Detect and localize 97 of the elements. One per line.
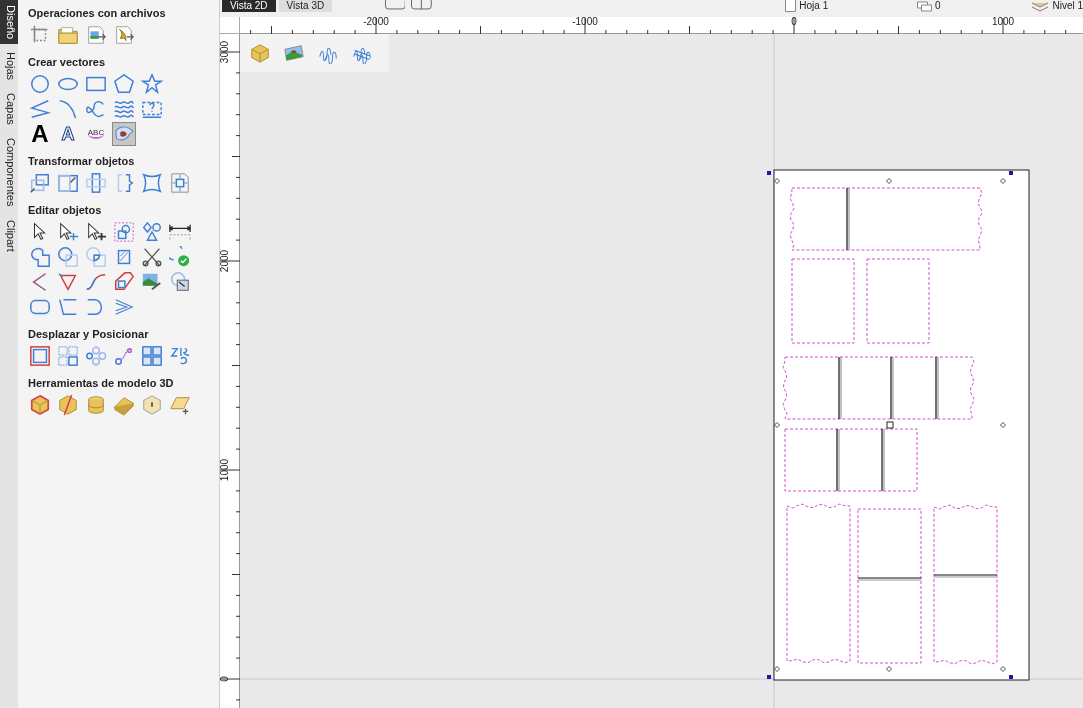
section-title: Transformar objetos — [28, 155, 136, 167]
ruler-label: -2000 — [363, 17, 389, 27]
pentagon-icon — [113, 73, 135, 95]
section-title: Crear vectores — [28, 56, 107, 68]
ruler-label: 0 — [791, 17, 797, 27]
arc-icon — [57, 98, 79, 120]
sheet-selector[interactable]: Hoja 1 — [799, 0, 829, 12]
weld-shapes-icon — [29, 246, 51, 268]
node-pointer-icon — [57, 221, 79, 243]
wave-pattern-icon — [113, 98, 135, 120]
folder-icon — [57, 24, 79, 46]
selection-handle[interactable] — [886, 178, 892, 184]
panel-divider — [857, 577, 922, 581]
ruler-corner[interactable] — [220, 17, 240, 34]
cube-icon[interactable] — [249, 42, 271, 64]
cube-outline-icon — [29, 394, 51, 416]
picture-icon[interactable] — [283, 42, 305, 64]
section-title: Operaciones con archivos — [28, 7, 167, 19]
corner-marker — [767, 171, 771, 175]
circle-cluster-icon — [85, 345, 107, 367]
path-nodes-icon — [113, 345, 135, 367]
corner-marker — [767, 675, 771, 679]
section-title: Herramientas de modelo 3D — [28, 377, 175, 389]
cylinder-stack-icon — [85, 394, 107, 416]
triangle-icon — [57, 271, 79, 293]
selection-handle[interactable] — [774, 422, 780, 428]
panel-divider — [933, 574, 998, 578]
layer-selector[interactable]: Nivel 1 — [1052, 0, 1083, 12]
selection-handle[interactable] — [886, 666, 892, 672]
corner-marker — [1009, 675, 1013, 679]
circle-icon — [29, 73, 51, 95]
bracket-shape-icon — [57, 296, 79, 318]
panel-tab[interactable]: Clipart — [0, 214, 18, 257]
align-icon — [85, 172, 107, 194]
move-pointer-icon — [85, 221, 107, 243]
page-arrow-icon — [113, 24, 135, 46]
panel-tab[interactable]: Diseño — [0, 0, 18, 45]
square-grid-icon — [57, 345, 79, 367]
zigzag-line-icon — [29, 98, 51, 120]
scale-icon — [57, 172, 79, 194]
distort-icon — [141, 172, 163, 194]
outlined-text-icon: A — [61, 125, 75, 143]
nested-squares-icon — [29, 345, 51, 367]
center-handle[interactable] — [886, 421, 894, 429]
corner-marker — [1009, 171, 1013, 175]
panel-divider — [836, 428, 840, 492]
view-tab[interactable]: Vista 2D — [221, 0, 276, 12]
four-squares-icon — [141, 345, 163, 367]
section-title: Editar objetos — [28, 204, 103, 216]
cube-icon — [141, 394, 163, 416]
layer-icon — [1031, 0, 1050, 12]
selection-handle[interactable] — [774, 178, 780, 184]
tool-button[interactable]: ABC — [84, 122, 108, 146]
chevron-icon — [113, 296, 135, 318]
move-icon — [29, 172, 51, 194]
panel-divider — [881, 428, 885, 492]
copies-counter[interactable]: 0 — [935, 0, 941, 12]
ruler-label: 3000 — [220, 40, 230, 64]
layout-icon[interactable] — [384, 0, 406, 10]
s-curve-icon — [85, 271, 107, 293]
panel-divider — [935, 356, 939, 420]
image-frame-icon — [169, 271, 191, 293]
image-edit-icon — [141, 271, 163, 293]
view-tab[interactable]: Vista 3D — [278, 0, 333, 12]
section-title: Desplazar y Posicionar — [28, 328, 150, 340]
selection-handle[interactable] — [1000, 178, 1006, 184]
split-cube-icon — [57, 394, 79, 416]
ruler-label: 0 — [220, 676, 230, 682]
image-import-icon — [85, 24, 107, 46]
panel-divider — [846, 187, 850, 251]
ruler-label: 1000 — [220, 458, 230, 482]
intersect-shapes-icon — [85, 246, 107, 268]
panel-tab[interactable]: Hojas — [0, 47, 18, 86]
ruler-label: 1000 — [991, 17, 1015, 27]
fit-page-icon — [169, 172, 191, 194]
squiggle-icon — [169, 345, 191, 367]
tile-plus-icon — [169, 394, 191, 416]
stack-icon — [917, 0, 933, 12]
star-icon — [141, 73, 163, 95]
ruler-label: 2000 — [220, 249, 230, 273]
dashed-selection-icon — [113, 221, 135, 243]
subtract-shapes-icon — [57, 246, 79, 268]
rounded-corner-icon — [113, 271, 135, 293]
selection-handle[interactable] — [1000, 422, 1006, 428]
circle-check-icon — [169, 246, 191, 268]
panel-tab[interactable]: Componentes — [0, 133, 18, 212]
shape-group-icon — [141, 221, 163, 243]
ruler-label: -1000 — [572, 17, 598, 27]
scissors-icon — [141, 246, 163, 268]
selection-handle[interactable] — [1000, 666, 1006, 672]
plank-icon — [113, 394, 135, 416]
page-icon — [785, 0, 797, 12]
split-layout-icon[interactable] — [411, 0, 432, 10]
panel-divider — [890, 356, 894, 420]
panel-tab[interactable]: Capas — [0, 88, 18, 131]
panel-divider — [838, 356, 842, 420]
selection-handle[interactable] — [774, 666, 780, 672]
